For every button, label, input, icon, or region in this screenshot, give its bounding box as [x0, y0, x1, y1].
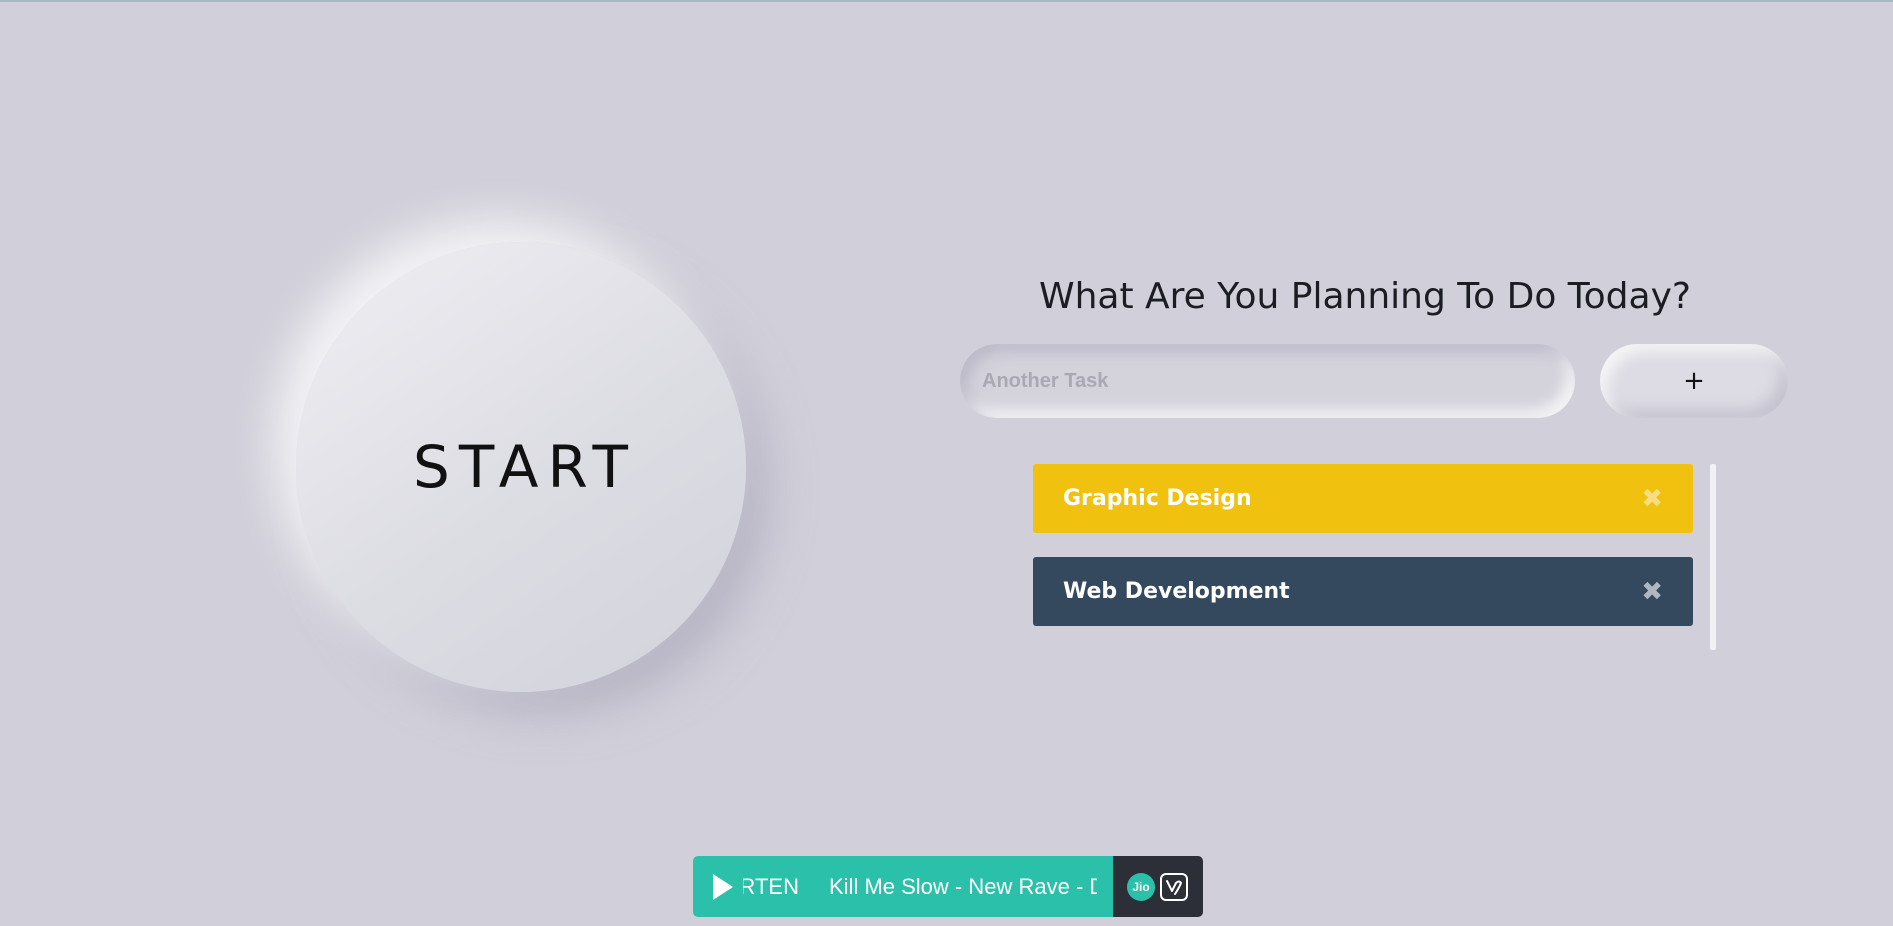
task-item-graphic-design: Graphic Design ✖ — [1033, 464, 1693, 533]
player-main: RTEN Kill Me Slow - New Rave - D — [693, 856, 1113, 917]
station-name-text: RTEN — [743, 873, 799, 899]
task-input[interactable] — [960, 344, 1575, 418]
music-player: RTEN Kill Me Slow - New Rave - D Jio — [693, 856, 1203, 917]
task-label: Web Development — [1063, 579, 1290, 604]
jiosaavn-logo-icon — [1160, 872, 1188, 901]
delete-task-icon[interactable]: ✖ — [1641, 579, 1663, 605]
task-label: Graphic Design — [1063, 486, 1252, 511]
task-item-web-development: Web Development ✖ — [1033, 557, 1693, 626]
task-list: Graphic Design ✖ Web Development ✖ — [1033, 464, 1693, 650]
delete-task-icon[interactable]: ✖ — [1641, 486, 1663, 512]
start-button-wrapper: START — [296, 242, 746, 692]
start-button[interactable]: START — [296, 242, 746, 692]
station-name: RTEN — [743, 874, 799, 900]
planner-title: What Are You Planning To Do Today? — [1038, 276, 1692, 317]
start-button-label: START — [413, 433, 637, 501]
player-brand[interactable]: Jio — [1113, 856, 1203, 917]
track-name[interactable]: Kill Me Slow - New Rave - D — [829, 874, 1097, 900]
add-task-button[interactable]: + — [1600, 344, 1788, 418]
jio-logo-icon: Jio — [1127, 872, 1155, 901]
task-list-scrollbar[interactable] — [1710, 464, 1716, 650]
play-icon[interactable] — [713, 873, 733, 900]
